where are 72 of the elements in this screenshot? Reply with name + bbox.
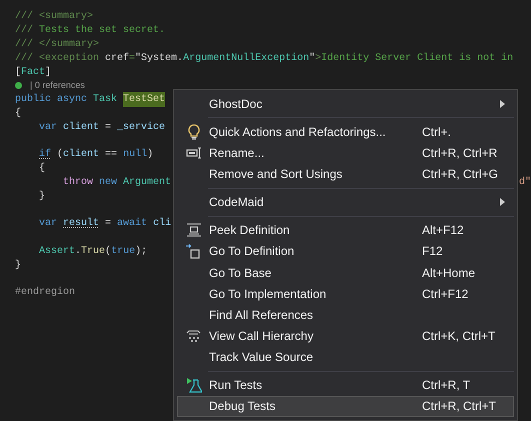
code-token: [	[15, 66, 22, 80]
code-token: cref	[105, 52, 130, 66]
codelens-references[interactable]: | 0 references	[30, 79, 85, 93]
peek-definition-icon	[186, 223, 200, 238]
code-token: Task	[93, 92, 118, 108]
code-token: public	[15, 92, 52, 108]
code-token: new	[99, 176, 118, 190]
code-token: /// </summary>	[15, 38, 100, 52]
code-token: Argument	[123, 176, 172, 190]
code-token: "System.	[135, 52, 184, 66]
code-token: async	[57, 93, 88, 108]
code-token: }	[39, 190, 46, 204]
code-token: client	[63, 148, 100, 162]
menu-item[interactable]: Run Tests Ctrl+R, T	[177, 374, 514, 396]
code-token: d"	[518, 176, 531, 190]
menu-item[interactable]: CodeMaid	[177, 192, 514, 213]
code-token: throw	[63, 176, 94, 190]
code-token: =	[105, 217, 112, 232]
menu-item[interactable]: GhostDoc	[177, 93, 514, 114]
code-token: }	[15, 258, 22, 273]
code-token: null	[123, 148, 148, 162]
rename-icon	[186, 146, 202, 159]
code-token: ArgumentNullException	[183, 52, 310, 66]
code-token: (	[57, 148, 64, 162]
code-token: client	[63, 120, 100, 135]
code-token: ==	[105, 148, 118, 162]
code-token: .	[75, 244, 82, 259]
code-token: =	[129, 52, 136, 66]
code-token: )	[147, 148, 154, 162]
code-token: ]	[45, 66, 52, 80]
submenu-arrow-icon	[500, 198, 505, 206]
code-token: =	[105, 120, 112, 135]
code-token: {	[15, 106, 22, 121]
menu-item[interactable]: Go To Implementation Ctrl+F12	[177, 283, 514, 304]
code-token: Fact	[21, 66, 46, 80]
menu-item[interactable]: Track Value Source	[177, 346, 514, 368]
menu-item[interactable]: Go To Base Alt+Home	[177, 262, 514, 284]
code-token: #endregion	[15, 286, 76, 300]
go-to-definition-icon	[186, 244, 201, 259]
code-token: {	[39, 162, 46, 176]
menu-item[interactable]: Quick Actions and Refactorings... Ctrl+.	[177, 121, 514, 142]
code-token: "	[309, 52, 316, 66]
call-hierarchy-icon	[186, 330, 201, 342]
code-token: True	[81, 244, 106, 259]
code-token: /// <exception	[15, 52, 100, 66]
submenu-arrow-icon	[500, 100, 505, 108]
code-token: await	[117, 216, 148, 232]
code-token: Tests the set secret.	[39, 24, 166, 38]
code-token: >	[315, 52, 322, 66]
code-token: result	[63, 216, 100, 232]
code-token: (	[105, 244, 112, 259]
code-token: );	[135, 244, 148, 259]
code-token: var	[39, 217, 58, 232]
menu-item[interactable]: Find All References	[177, 304, 514, 326]
code-token: Identity Server Client is not in	[321, 52, 514, 66]
menu-item[interactable]: Peek Definition Alt+F12	[177, 220, 514, 241]
code-token: true	[111, 244, 136, 259]
menu-item[interactable]: Debug Tests Ctrl+R, Ctrl+T	[177, 396, 514, 417]
code-token: /// <summary>	[15, 10, 94, 24]
code-token: ///	[15, 24, 34, 38]
code-token: var	[39, 120, 58, 135]
menu-item[interactable]: Go To Definition F12	[177, 240, 514, 262]
code-token: Assert	[39, 244, 76, 259]
code-token: if	[39, 148, 52, 162]
highlighted-method-name: TestSet	[123, 92, 166, 108]
code-token: _service	[117, 120, 166, 135]
lightbulb-icon	[186, 124, 200, 140]
menu-item[interactable]: Rename... Ctrl+R, Ctrl+R	[177, 142, 514, 164]
code-token: cli	[153, 216, 172, 232]
run-tests-icon	[186, 377, 202, 394]
menu-item[interactable]: View Call Hierarchy Ctrl+K, Ctrl+T	[177, 325, 514, 347]
menu-item[interactable]: Remove and Sort Usings Ctrl+R, Ctrl+G	[177, 163, 514, 185]
